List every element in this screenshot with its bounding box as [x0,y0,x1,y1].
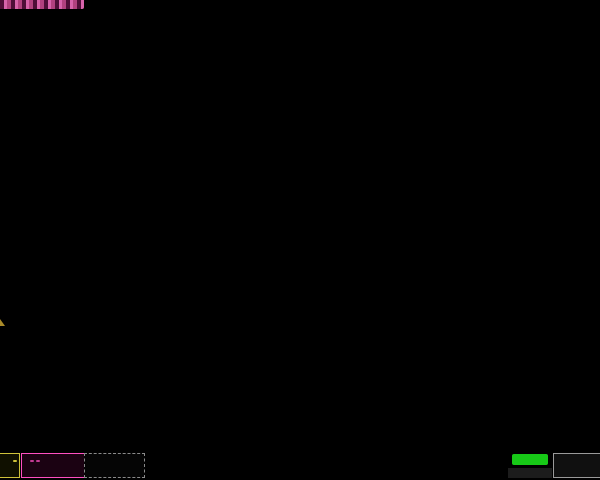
c2-esp-badge [30,460,34,462]
c1-coupling-badge [13,460,17,462]
oscilloscope-screen [0,0,600,480]
c2-descriptor[interactable] [21,453,87,478]
descriptor-bar [0,452,600,480]
c2-scale [22,466,86,477]
cropped-trace-label [0,0,84,9]
graticule [0,0,600,318]
timebase-title [554,454,600,455]
trigger-position-marker[interactable] [0,319,5,326]
c1-descriptor[interactable] [0,453,20,478]
c1-scale [0,466,19,477]
hd-bits-label [508,468,552,478]
hd-mode-badge[interactable] [512,454,548,465]
timebase-descriptor[interactable] [553,453,600,478]
time-axis [0,318,600,333]
waveform-display[interactable] [0,0,600,318]
add-trace-button[interactable] [84,453,145,478]
c2-coupling-badge [36,460,40,462]
